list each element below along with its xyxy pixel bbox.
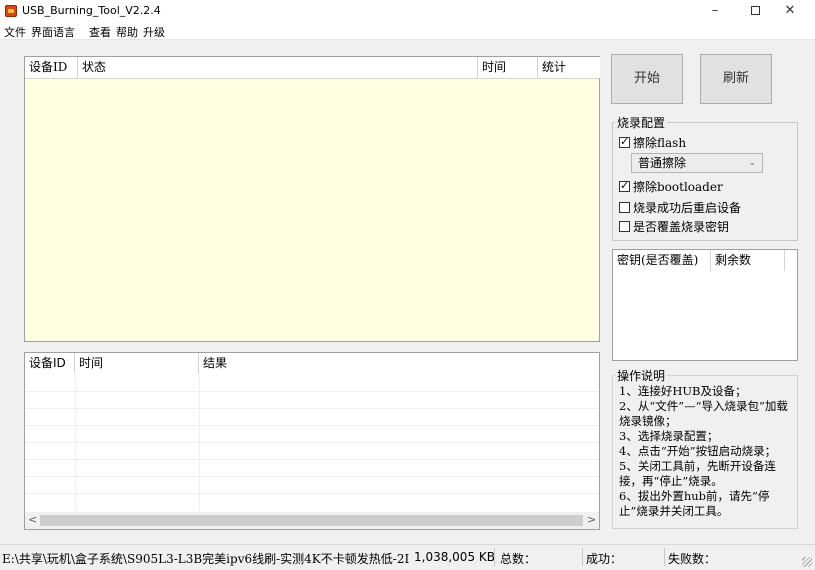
status-bar: E:\共享\玩机\盒子系统\S905L3-L3B完美ipv6线刷-实测4K不卡顿…	[0, 544, 815, 570]
status-divider	[664, 548, 665, 566]
maximize-icon	[750, 6, 760, 15]
reboot-after-checkbox[interactable]: 烧录成功后重启设备	[619, 199, 741, 217]
table-row	[25, 408, 599, 409]
column-key[interactable]: 密钥(是否覆盖)	[613, 250, 711, 271]
horizontal-scrollbar[interactable]: < >	[25, 512, 599, 529]
erase-flash-checkbox[interactable]: 擦除flash	[619, 134, 686, 152]
menu-language[interactable]: 界面语言	[31, 24, 75, 40]
erase-flash-label: 擦除flash	[633, 136, 687, 150]
scroll-left-arrow[interactable]: <	[28, 513, 37, 526]
status-file-path: E:\共享\玩机\盒子系统\S905L3-L3B完美ipv6线刷-实测4K不卡顿…	[2, 552, 410, 566]
close-button[interactable]: ✕	[770, 0, 810, 22]
status-divider	[582, 548, 583, 566]
checkbox-checked-icon[interactable]	[619, 179, 630, 192]
column-status[interactable]: 状态	[78, 57, 478, 78]
status-file-size: 1,038,005 KB	[414, 550, 495, 564]
minimize-button[interactable]: –	[695, 0, 735, 22]
checkbox-unchecked-icon[interactable]	[619, 221, 630, 232]
erase-bootloader-label: 擦除bootloader	[633, 180, 723, 194]
key-list[interactable]: 密钥(是否覆盖) 剩余数	[612, 249, 798, 361]
scroll-thumb[interactable]	[40, 515, 583, 526]
instruction-line: 2、从“文件”—“导入烧录包”加载烧录镜像；	[619, 399, 788, 428]
checkbox-unchecked-icon[interactable]	[619, 202, 630, 213]
burn-config-title: 烧录配置	[615, 114, 668, 131]
title-bar: USB_Burning_Tool_V2.2.4 – ✕	[0, 0, 815, 22]
status-success: 成功：	[586, 552, 623, 566]
column-device-id[interactable]: 设备ID	[25, 57, 78, 78]
overwrite-key-label: 是否覆盖烧录密钥	[633, 220, 730, 234]
status-divider	[494, 548, 495, 566]
start-button[interactable]: 开始	[611, 54, 683, 104]
menu-file[interactable]: 文件	[4, 24, 26, 40]
column-remaining[interactable]: 剩余数	[711, 250, 785, 271]
app-icon	[5, 5, 17, 17]
refresh-button[interactable]: 刷新	[700, 54, 772, 104]
scroll-right-arrow[interactable]: >	[587, 513, 596, 526]
window-title: USB_Burning_Tool_V2.2.4	[22, 4, 161, 17]
status-fail: 失败数：	[668, 552, 717, 566]
menu-bar: 文件 界面语言 查看 帮助 升级	[0, 22, 815, 40]
instruction-line: 6、拔出外置hub前，请先“停止”烧录并关闭工具。	[619, 489, 770, 518]
checkbox-checked-icon[interactable]	[619, 135, 630, 148]
instruction-line: 3、选择烧录配置；	[619, 429, 719, 443]
reboot-after-label: 烧录成功后重启设备	[633, 201, 742, 215]
header-divider	[25, 78, 599, 79]
status-total: 总数：	[500, 552, 537, 566]
instruction-line: 5、关闭工具前，先断开设备连接，再“停止”烧录。	[619, 459, 776, 488]
result-list[interactable]: 设备ID 时间 结果 < >	[24, 352, 600, 530]
chevron-down-icon: ⌄	[748, 158, 756, 168]
column-result[interactable]: 结果	[199, 353, 599, 374]
instruction-line: 4、点击“开始”按钮启动烧录；	[619, 444, 777, 458]
device-list[interactable]: 设备ID 状态 时间 统计	[24, 56, 600, 342]
overwrite-key-checkbox[interactable]: 是否覆盖烧录密钥	[619, 218, 729, 236]
column-result-time[interactable]: 时间	[75, 353, 199, 374]
erase-mode-select[interactable]: 普通擦除 ⌄	[631, 153, 763, 173]
erase-mode-value: 普通擦除	[638, 156, 687, 170]
instruction-line: 1、连接好HUB及设备；	[619, 384, 747, 398]
column-result-device-id[interactable]: 设备ID	[25, 353, 75, 374]
instructions-title: 操作说明	[615, 367, 668, 384]
menu-upgrade[interactable]: 升级	[143, 24, 165, 40]
column-stats[interactable]: 统计	[538, 57, 600, 78]
table-row	[25, 476, 599, 477]
menu-view[interactable]: 查看	[89, 24, 111, 40]
table-row	[25, 442, 599, 443]
erase-bootloader-checkbox[interactable]: 擦除bootloader	[619, 178, 723, 196]
table-row	[25, 459, 599, 460]
column-time[interactable]: 时间	[478, 57, 538, 78]
table-row	[25, 425, 599, 426]
maximize-button[interactable]	[735, 0, 775, 22]
instructions-text: 1、连接好HUB及设备； 2、从“文件”—“导入烧录包”加载烧录镜像； 3、选择…	[619, 384, 797, 519]
table-row	[25, 493, 599, 494]
menu-help[interactable]: 帮助	[116, 24, 138, 40]
resize-grip-icon[interactable]	[802, 557, 812, 567]
table-row	[25, 391, 599, 392]
